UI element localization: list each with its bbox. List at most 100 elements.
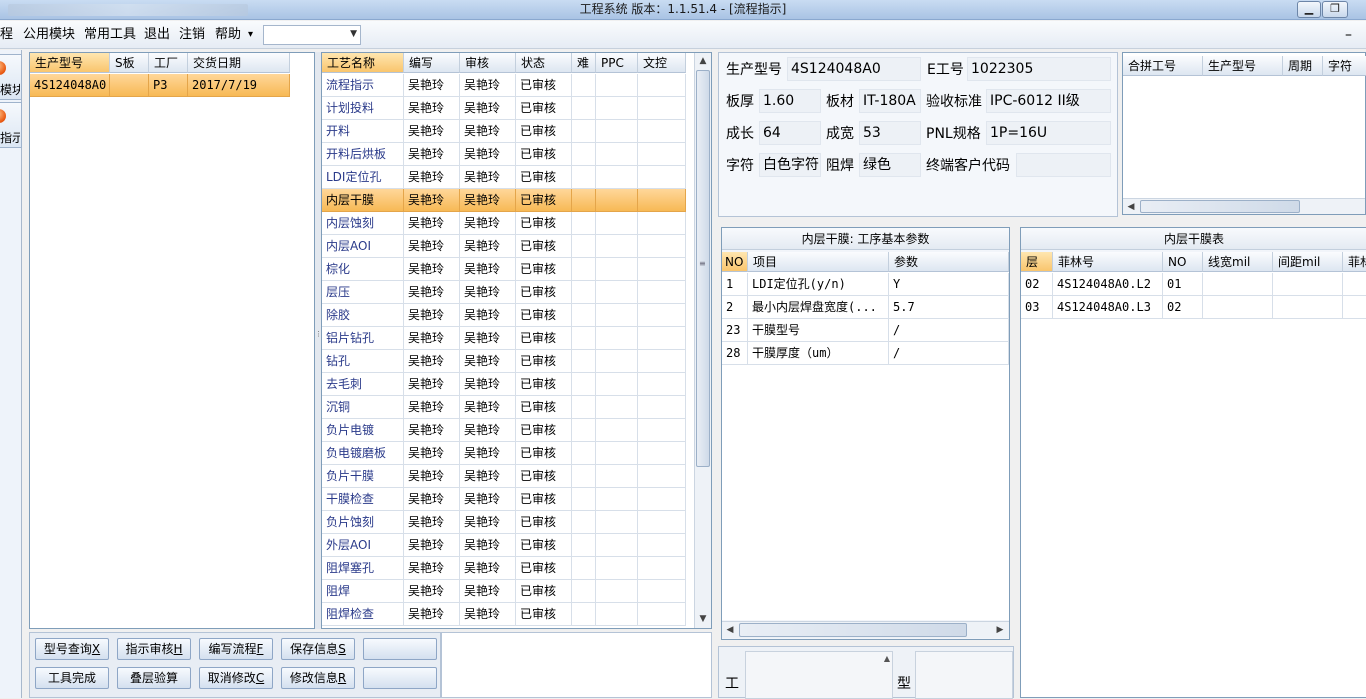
table-row[interactable]: 开料后烘板 吴艳玲 吴艳玲 已审核 [322,143,686,166]
width-field[interactable]: 53 [859,121,921,145]
col-header-line-width[interactable]: 线宽mil [1203,252,1273,272]
table-row[interactable]: 棕化 吴艳玲 吴艳玲 已审核 [322,258,686,281]
customer-code-field[interactable] [1016,153,1111,177]
mask-field[interactable]: 绿色 [859,153,921,177]
table-row[interactable]: 层压 吴艳玲 吴艳玲 已审核 [322,281,686,304]
table-row[interactable]: 负电镀磨板 吴艳玲 吴艳玲 已审核 [322,442,686,465]
save-info-button[interactable]: 保存信息S [281,638,355,660]
thickness-field[interactable]: 1.60 [759,89,821,113]
table-row[interactable]: 负片干膜 吴艳玲 吴艳玲 已审核 [322,465,686,488]
table-row[interactable]: 内层AOI 吴艳玲 吴艳玲 已审核 [322,235,686,258]
col-header-period[interactable]: 周期 [1283,56,1323,76]
process-grid-scrollbar[interactable]: ▲ ≡ ▼ [694,53,711,628]
tool-complete-button[interactable]: 工具完成 [35,667,109,689]
table-row[interactable]: 铝片钻孔 吴艳玲 吴艳玲 已审核 [322,327,686,350]
scroll-down-icon[interactable]: ▼ [695,611,711,627]
table-row[interactable]: 负片电镀 吴艳玲 吴艳玲 已审核 [322,419,686,442]
table-row[interactable]: 1 LDI定位孔(y/n) Y [722,273,1009,296]
col-header-item[interactable]: 项目 [748,252,889,272]
write-process-button[interactable]: 编写流程F [199,638,273,660]
col-header-layer[interactable]: 层 [1021,252,1053,272]
col-header-doc-control[interactable]: 文控 [638,53,686,73]
length-field[interactable]: 64 [759,121,821,145]
col-header-merge-no[interactable]: 合拼工号 [1123,56,1203,76]
minimize-button[interactable]: ▁ [1297,1,1321,18]
bottom-textbox-left[interactable]: ▲ [745,651,893,699]
col-header-reviewer[interactable]: 审核 [460,53,516,73]
col-header-film[interactable]: 菲林 [1343,252,1366,272]
table-row[interactable]: 23 干膜型号 / [722,319,1009,342]
model-field[interactable]: 4S124048A0 [787,57,921,81]
table-row[interactable]: 流程指示 吴艳玲 吴艳玲 已审核 [322,74,686,97]
table-row[interactable]: 阻焊检查 吴艳玲 吴艳玲 已审核 [322,603,686,626]
blank-button[interactable] [363,638,437,660]
col-header-s-board[interactable]: S板 [110,53,149,73]
menu-item-common-tools[interactable]: 常用工具 [84,21,136,49]
process-guide-button[interactable]: 指示 [0,102,22,148]
table-row[interactable]: 计划投料 吴艳玲 吴艳玲 已审核 [322,97,686,120]
bottom-textbox-right[interactable] [915,651,1013,699]
scroll-right-icon[interactable]: ▶ [992,622,1008,638]
table-row[interactable]: 开料 吴艳玲 吴艳玲 已审核 [322,120,686,143]
scroll-left-icon[interactable]: ◀ [1123,199,1139,215]
col-header-process-name[interactable]: 工艺名称 [322,53,404,73]
col-header-no[interactable]: NO [722,252,748,272]
menu-item-common-modules[interactable]: 公用模块 [23,21,75,49]
menu-combo-box[interactable]: ▼ [263,25,361,45]
table-row[interactable]: 03 4S124048A0.L3 02 [1021,296,1366,319]
table-row[interactable]: 内层蚀刻 吴艳玲 吴艳玲 已审核 [322,212,686,235]
material-field[interactable]: IT-180A [859,89,921,113]
eno-field[interactable]: 1022305 [967,57,1111,81]
stack-check-button[interactable]: 叠层验算 [117,667,191,689]
col-header-status[interactable]: 状态 [516,53,572,73]
col-header-ppc[interactable]: PPC [596,53,638,73]
table-row[interactable]: 28 干膜厚度（um） / [722,342,1009,365]
col-header-param[interactable]: 参数 [889,252,1009,272]
col-header-author[interactable]: 编写 [404,53,460,73]
table-row[interactable]: 阻焊塞孔 吴艳玲 吴艳玲 已审核 [322,557,686,580]
scroll-up-icon[interactable]: ▲ [884,654,890,663]
table-row[interactable]: 2 最小内层焊盘宽度(... 5.7 [722,296,1009,319]
col-header-difficulty[interactable]: 难 [572,53,596,73]
params-hscrollbar[interactable]: ◀ ▶ [722,621,1009,638]
restore-button[interactable]: ❐ [1322,1,1348,18]
menu-item-exit[interactable]: 退出 [144,21,170,49]
help-dropdown-icon[interactable]: ▾ [248,21,253,49]
instruction-review-button[interactable]: 指示审核H [117,638,191,660]
char-field[interactable]: 白色字符 [759,153,821,177]
cancel-edit-button[interactable]: 取消修改C [199,667,273,689]
table-row[interactable]: 内层干膜 吴艳玲 吴艳玲 已审核 [322,189,686,212]
scroll-left-icon[interactable]: ◀ [722,622,738,638]
standard-field[interactable]: IPC-6012 II级 [986,89,1111,113]
col-header-no[interactable]: NO [1163,252,1203,272]
menu-item-process[interactable]: 程 [0,21,13,49]
scroll-thumb[interactable] [739,623,967,637]
model-query-button[interactable]: 型号查询X [35,638,109,660]
blank-button[interactable] [363,667,437,689]
menu-item-logout[interactable]: 注销 [179,21,205,49]
table-row[interactable]: 去毛刺 吴艳玲 吴艳玲 已审核 [322,373,686,396]
col-header-factory[interactable]: 工厂 [149,53,188,73]
table-row[interactable]: 钻孔 吴艳玲 吴艳玲 已审核 [322,350,686,373]
merge-grid-hscrollbar[interactable]: ◀ [1123,198,1365,214]
edit-info-button[interactable]: 修改信息R [281,667,355,689]
table-row[interactable]: 干膜检查 吴艳玲 吴艳玲 已审核 [322,488,686,511]
table-row[interactable]: 除胶 吴艳玲 吴艳玲 已审核 [322,304,686,327]
scroll-thumb[interactable] [1140,200,1300,213]
table-row[interactable]: 沉铜 吴艳玲 吴艳玲 已审核 [322,396,686,419]
table-row[interactable]: 负片蚀刻 吴艳玲 吴艳玲 已审核 [322,511,686,534]
col-header-spacing[interactable]: 间距mil [1273,252,1343,272]
table-row[interactable]: LDI定位孔 吴艳玲 吴艳玲 已审核 [322,166,686,189]
module-button[interactable]: 模块 [0,54,22,100]
col-header-model[interactable]: 生产型号 [1203,56,1283,76]
table-row[interactable]: 02 4S124048A0.L2 01 [1021,273,1366,296]
scroll-thumb[interactable] [696,70,710,467]
col-header-char[interactable]: 字符 [1323,56,1366,76]
pnl-field[interactable]: 1P=16U [986,121,1111,145]
table-row[interactable]: 4S124048A0 P3 2017/7/19 [30,74,290,97]
col-header-film-no[interactable]: 菲林号 [1053,252,1163,272]
mdi-minimize-icon[interactable]: – [1345,21,1352,49]
scroll-up-icon[interactable]: ▲ [695,53,711,69]
col-header-delivery-date[interactable]: 交货日期 [188,53,290,73]
menu-item-help[interactable]: 帮助 [215,21,241,49]
